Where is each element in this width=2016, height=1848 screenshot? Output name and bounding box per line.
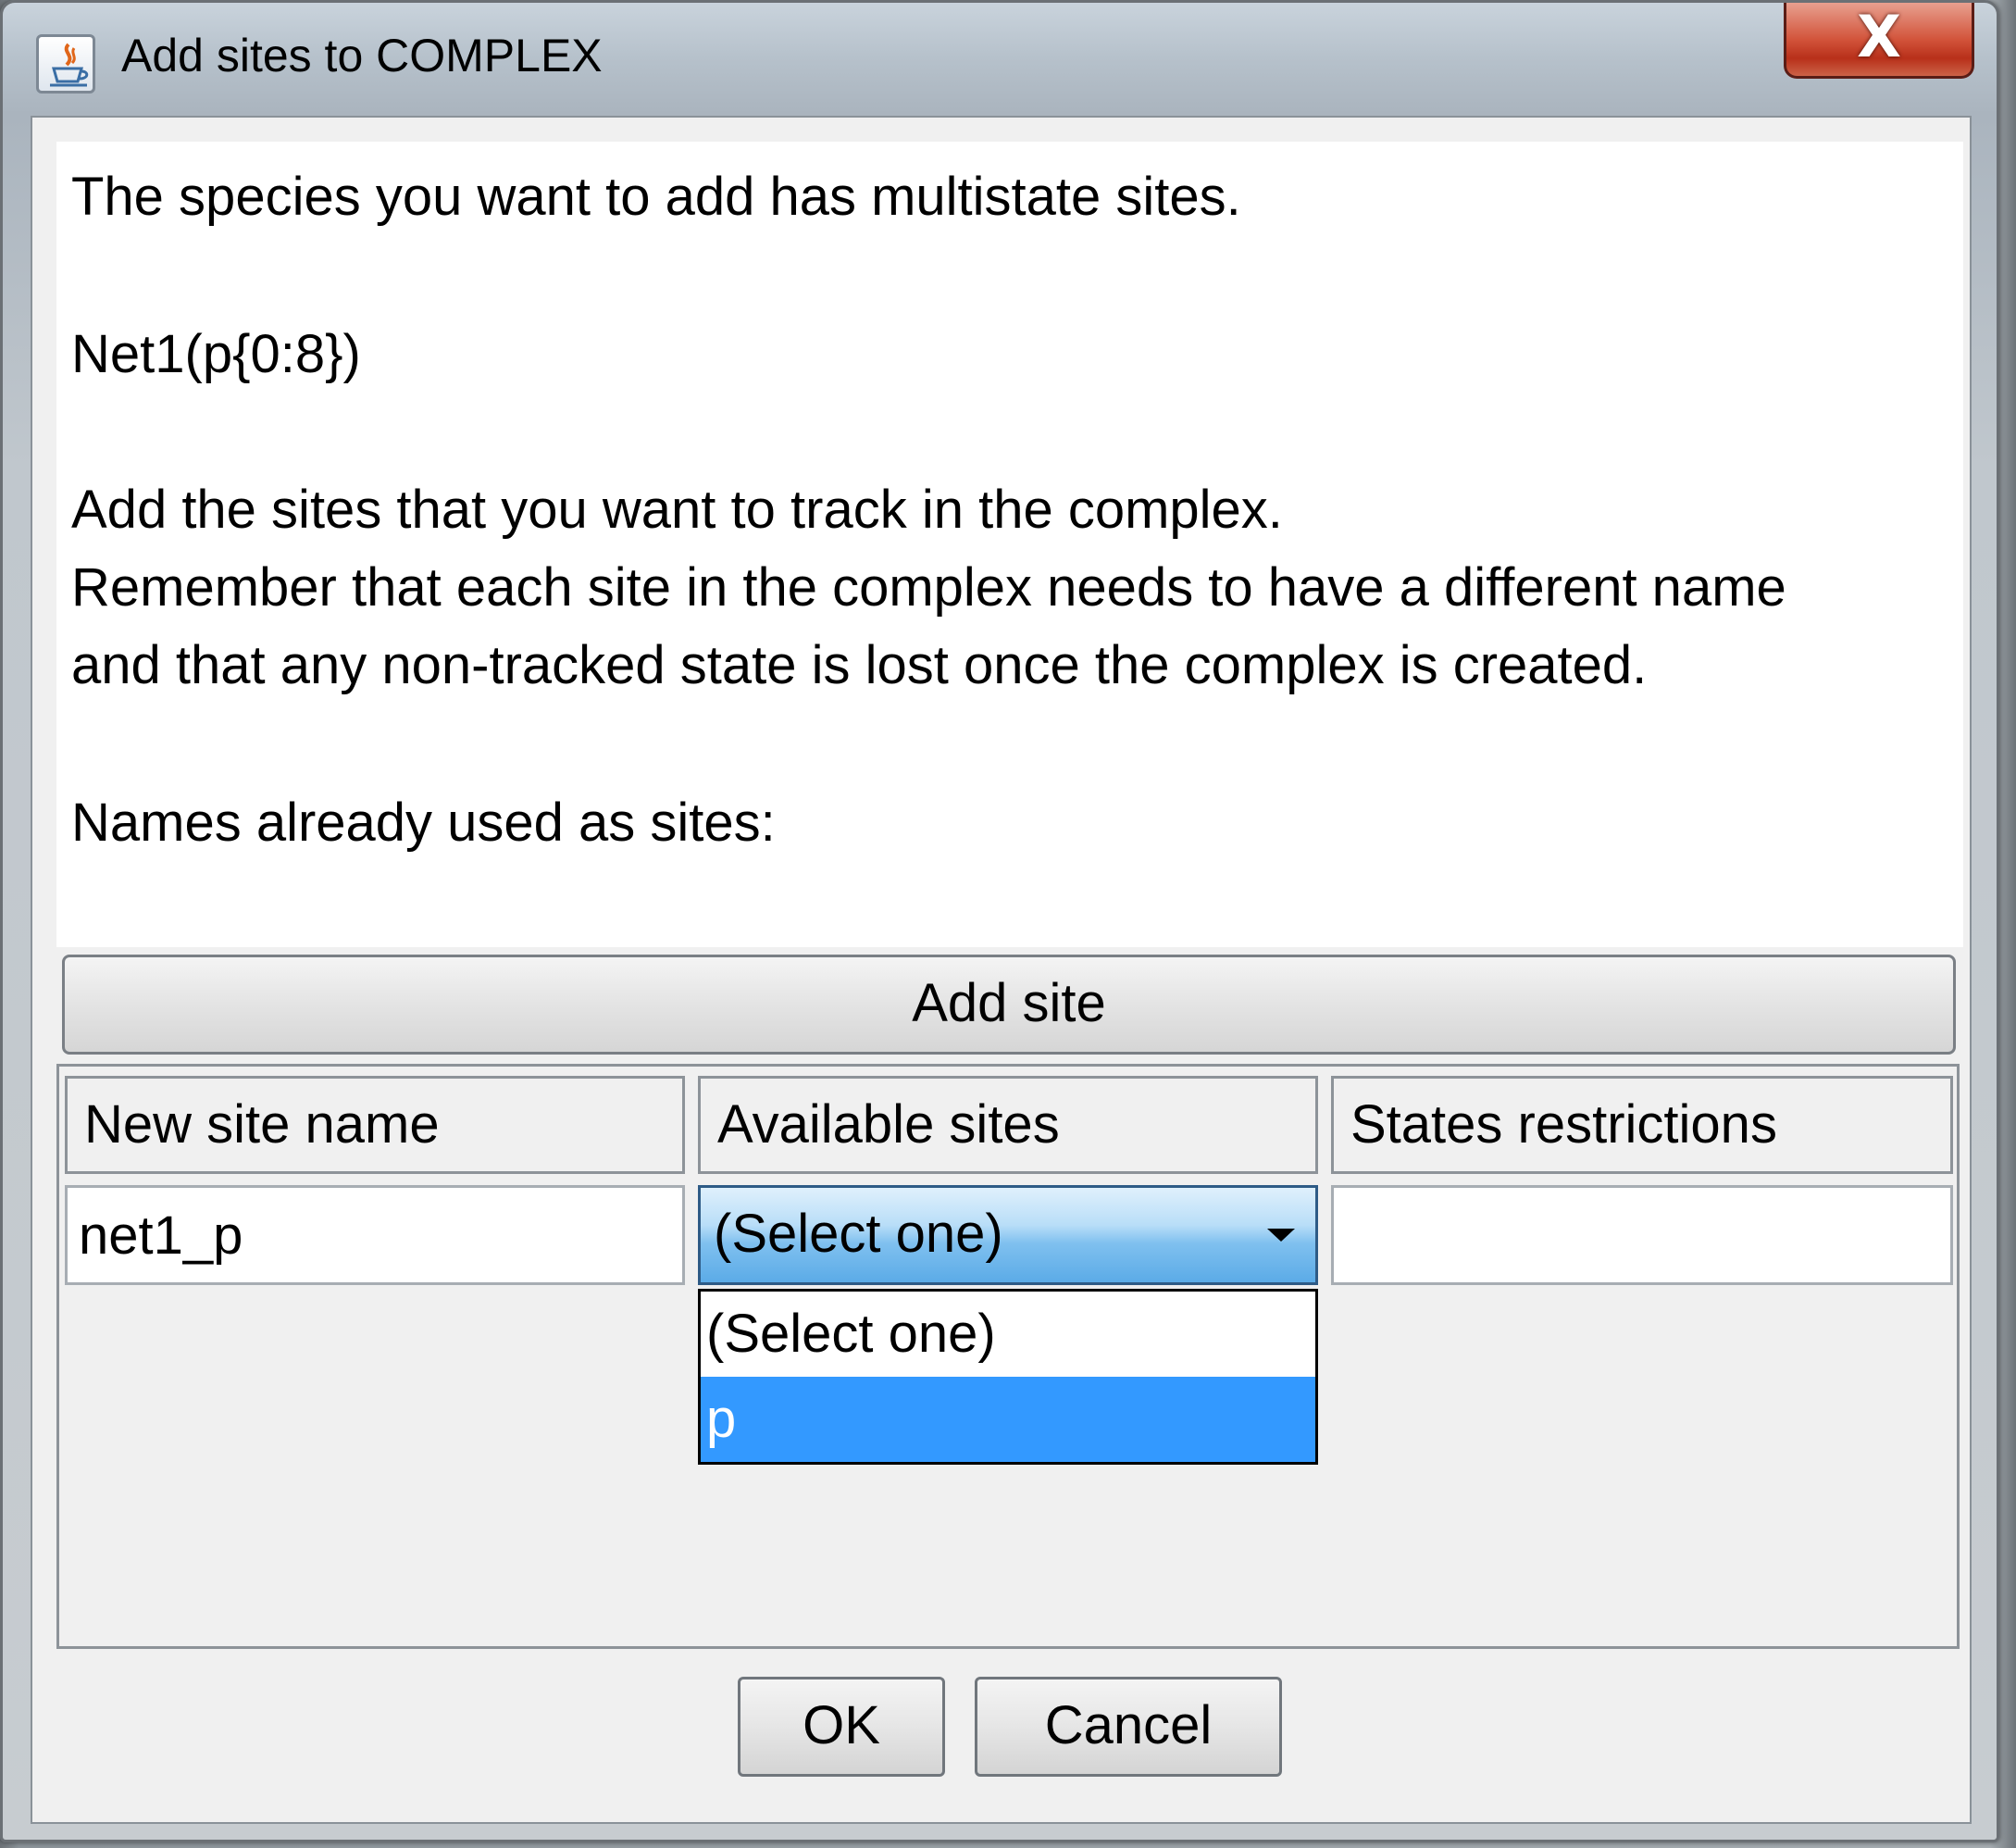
available-sites-select[interactable]: (Select one) <box>698 1185 1318 1285</box>
close-icon: X <box>1857 3 1901 70</box>
close-button[interactable]: X <box>1784 3 1974 79</box>
message-instruction: Add the sites that you want to track in … <box>71 480 1283 540</box>
ok-button[interactable]: OK <box>738 1677 945 1777</box>
used-names-label: Names already used as sites: <box>71 793 776 853</box>
chevron-down-icon[interactable] <box>1267 1229 1295 1242</box>
cancel-button[interactable]: Cancel <box>975 1677 1282 1777</box>
header-new-site-name: New site name <box>65 1076 685 1174</box>
sites-table: New site name Available sites States res… <box>56 1064 1960 1649</box>
message-reminder-2: and that any non-tracked state is lost o… <box>71 635 1648 695</box>
available-sites-dropdown: (Select one) p <box>698 1289 1318 1465</box>
new-site-name-input[interactable] <box>65 1185 685 1285</box>
species-definition: Net1(p{0:8}) <box>71 324 361 384</box>
dialog-content: The species you want to add has multista… <box>31 116 1972 1824</box>
message-reminder-1: Remember that each site in the complex n… <box>71 557 1786 618</box>
java-cup-icon <box>36 34 95 94</box>
window-title: Add sites to COMPLEX <box>121 30 603 81</box>
dropdown-option-p[interactable]: p <box>701 1377 1315 1462</box>
title-bar[interactable]: Add sites to COMPLEX X <box>3 3 1997 114</box>
states-restrictions-input[interactable] <box>1331 1185 1953 1285</box>
dialog-window: Add sites to COMPLEX X The species you w… <box>0 0 1999 1842</box>
available-sites-selected: (Select one) <box>714 1204 1003 1264</box>
message-area: The species you want to add has multista… <box>56 142 1963 947</box>
header-states-restrictions: States restrictions <box>1331 1076 1953 1174</box>
add-site-button[interactable]: Add site <box>62 955 1956 1055</box>
dropdown-option-select-one[interactable]: (Select one) <box>701 1292 1315 1377</box>
header-available-sites: Available sites <box>698 1076 1318 1174</box>
message-intro: The species you want to add has multista… <box>71 167 1241 227</box>
